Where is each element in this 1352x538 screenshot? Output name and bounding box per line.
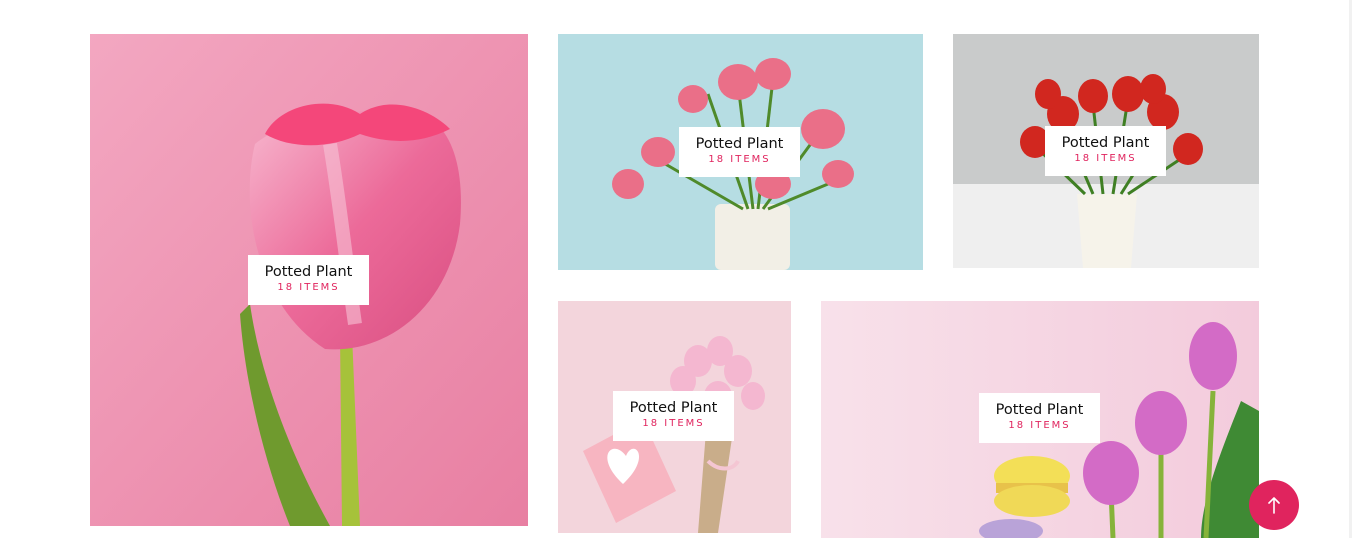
- arrow-up-icon: [1268, 497, 1280, 514]
- category-tile-red-tulips[interactable]: Potted Plant 18 ITEMS: [953, 34, 1259, 268]
- category-count: 18 ITEMS: [277, 282, 340, 293]
- category-tile-bouquet-heart[interactable]: Potted Plant 18 ITEMS: [558, 301, 791, 533]
- category-label: Potted Plant 18 ITEMS: [613, 391, 734, 441]
- category-count: 18 ITEMS: [1074, 153, 1137, 164]
- category-title: Potted Plant: [1061, 135, 1150, 151]
- category-count: 18 ITEMS: [708, 154, 771, 165]
- category-title: Potted Plant: [695, 136, 784, 152]
- category-count: 18 ITEMS: [1008, 420, 1071, 431]
- scroll-to-top-button[interactable]: [1249, 480, 1299, 530]
- category-count: 18 ITEMS: [642, 418, 705, 429]
- category-label: Potted Plant 18 ITEMS: [979, 393, 1100, 443]
- category-tile-purple-tulips[interactable]: Potted Plant 18 ITEMS: [821, 301, 1259, 538]
- category-label: Potted Plant 18 ITEMS: [248, 255, 369, 305]
- category-title: Potted Plant: [629, 400, 718, 416]
- category-title: Potted Plant: [995, 402, 1084, 418]
- category-label: Potted Plant 18 ITEMS: [679, 127, 800, 177]
- category-tile-pink-tulip[interactable]: Potted Plant 18 ITEMS: [90, 34, 528, 526]
- category-title: Potted Plant: [264, 264, 353, 280]
- category-label: Potted Plant 18 ITEMS: [1045, 126, 1166, 176]
- category-gallery: Potted Plant 18 ITEMS Potted Plant 18 IT…: [0, 0, 1352, 538]
- category-tile-tulip-vase-blue[interactable]: Potted Plant 18 ITEMS: [558, 34, 923, 270]
